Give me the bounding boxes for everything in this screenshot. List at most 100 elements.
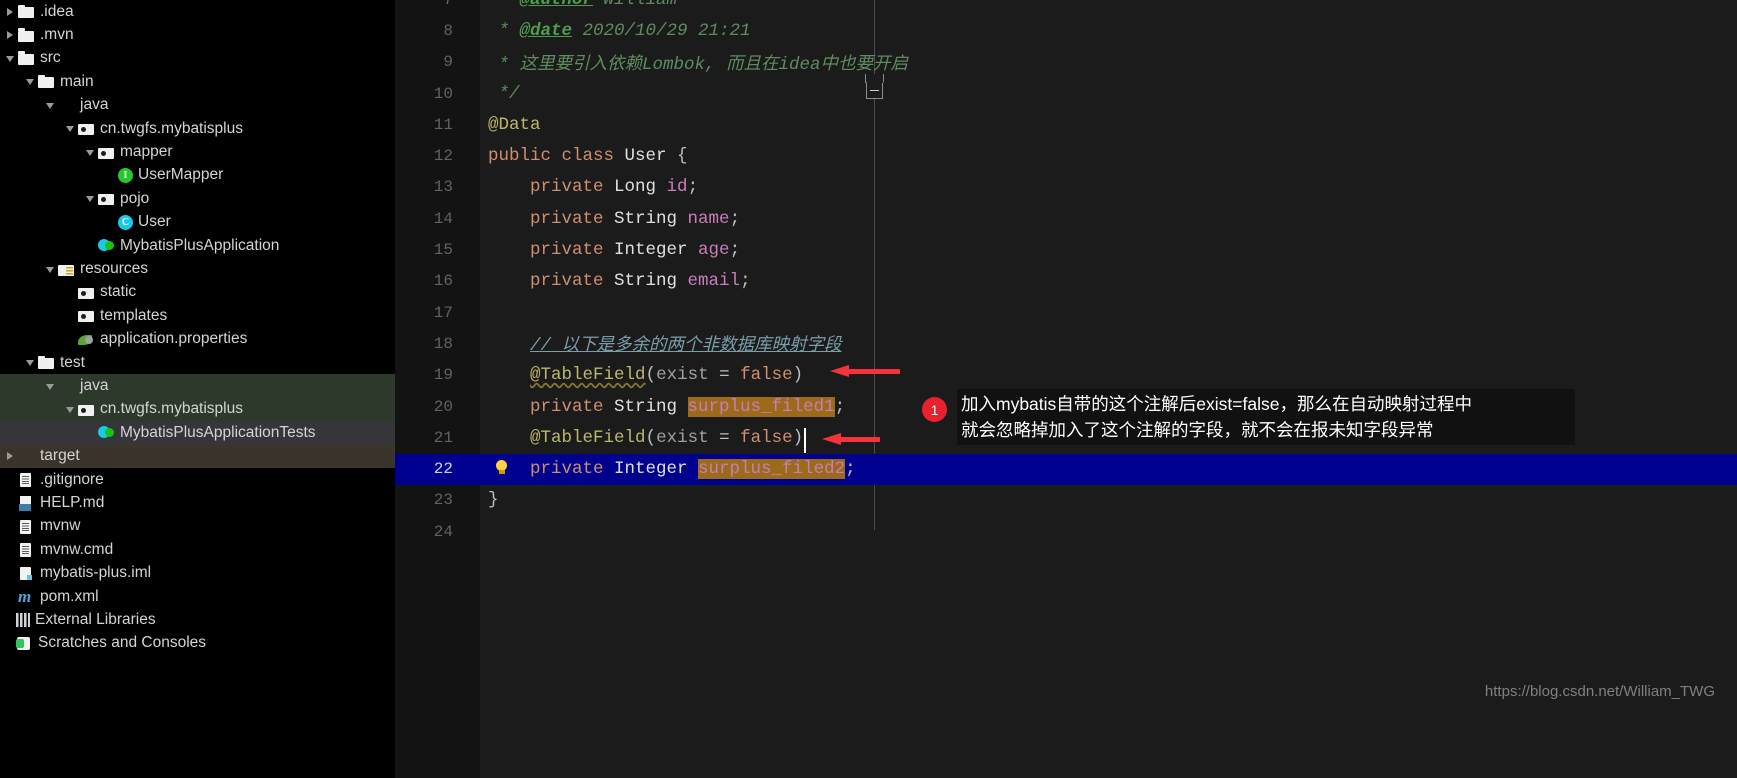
tree-item-label: MybatisPlusApplication	[120, 236, 280, 254]
code-token: public class	[488, 146, 625, 167]
code-line-19[interactable]: 19 @TableField(exist = false)	[395, 360, 1737, 391]
gutter-icon-slot	[453, 109, 480, 140]
code-text: private Integer age;	[480, 240, 740, 260]
code-token: private	[530, 459, 615, 480]
tree-item-src[interactable]: src	[0, 47, 395, 70]
tree-item-scratches-and-consoles[interactable]: Scratches and Consoles	[0, 632, 395, 655]
tree-item-label: mvnw	[40, 517, 81, 535]
chevron-down-icon[interactable]	[24, 356, 37, 369]
folder-icon	[78, 285, 95, 300]
code-line-15[interactable]: 15 private Integer age;	[395, 234, 1737, 265]
tree-arrow-placeholder	[84, 426, 97, 439]
tree-indent-spacer	[0, 222, 104, 223]
chevron-down-icon[interactable]	[84, 192, 97, 205]
tree-item-application-properties[interactable]: application.properties	[0, 328, 395, 351]
code-token: =	[708, 365, 741, 386]
code-token: */	[488, 83, 520, 104]
tree-item-java[interactable]: java	[0, 94, 395, 117]
tree-item-pom-xml[interactable]: m pom.xml	[0, 585, 395, 608]
gutter-icon-slot	[453, 485, 480, 516]
code-token: @TableField	[530, 427, 646, 448]
tree-item-gitignore[interactable]: .gitignore	[0, 468, 395, 491]
tree-item-label: resources	[80, 260, 149, 278]
package-icon	[78, 402, 95, 417]
gutter-icon-slot	[453, 47, 480, 78]
chevron-down-icon[interactable]	[24, 75, 37, 88]
code-token: Integer	[614, 240, 699, 261]
tree-item-usermapper[interactable]: I UserMapper	[0, 164, 395, 187]
chevron-down-icon[interactable]	[64, 403, 77, 416]
tree-item-pojo[interactable]: pojo	[0, 187, 395, 210]
tree-arrow-placeholder	[64, 286, 77, 299]
project-tree-panel[interactable]: .idea .mvn src main java cn.twgfs.mybatisplus…	[0, 0, 395, 778]
code-line-16[interactable]: 16 private String email;	[395, 266, 1737, 297]
tree-item-mybatis-plus-iml[interactable]: mybatis-plus.iml	[0, 562, 395, 585]
tree-item-test[interactable]: test	[0, 351, 395, 374]
code-token: surplus_filed2	[698, 459, 846, 480]
code-line-22[interactable]: 22 private Integer surplus_filed2;	[395, 453, 1737, 485]
annotation-callout: 1 加入mybatis自带的这个注解后exist=false，那么在自动映射过程…	[922, 389, 1575, 445]
tree-item-main[interactable]: main	[0, 70, 395, 93]
tree-item-external-libraries[interactable]: External Libraries	[0, 608, 395, 631]
gutter-icon-slot	[453, 0, 480, 15]
code-text: private Long id;	[480, 177, 698, 197]
line-number: 14	[433, 209, 453, 228]
tree-arrow-placeholder	[64, 333, 77, 346]
line-number: 20	[433, 397, 453, 416]
tree-item-mvn[interactable]: .mvn	[0, 23, 395, 46]
code-line-24[interactable]: 24	[395, 516, 1737, 547]
code-line-10[interactable]: 10 */	[395, 78, 1737, 109]
code-line-23[interactable]: 23}	[395, 485, 1737, 516]
code-token: ;	[729, 240, 741, 261]
code-token: User	[624, 146, 678, 167]
chevron-right-icon[interactable]	[4, 5, 17, 18]
tree-item-help-md[interactable]: HELP.md	[0, 491, 395, 514]
tree-item-resources[interactable]: resources	[0, 257, 395, 280]
tree-item-mvnw-cmd[interactable]: mvnw.cmd	[0, 538, 395, 561]
chevron-down-icon[interactable]	[44, 99, 57, 112]
code-line-18[interactable]: 18 // 以下是多余的两个非数据库映射字段	[395, 328, 1737, 359]
code-line-14[interactable]: 14 private String name;	[395, 203, 1737, 234]
code-line-7[interactable]: 7 * @author william	[395, 0, 1737, 15]
code-token: private	[530, 240, 615, 261]
chevron-down-icon[interactable]	[64, 122, 77, 135]
code-token: false	[740, 427, 793, 448]
tree-item-java[interactable]: java	[0, 374, 395, 398]
code-token: 2020/10/29 21:21	[572, 20, 751, 41]
tree-item-mybatisplusapplicationtests[interactable]: MybatisPlusApplicationTests	[0, 421, 395, 445]
iml-file-icon	[18, 566, 35, 581]
code-line-9[interactable]: 9 * 这里要引入依赖Lombok, 而且在idea中也要开启	[395, 47, 1737, 78]
tree-item-label: .idea	[40, 2, 74, 20]
chevron-down-icon[interactable]	[44, 263, 57, 276]
code-text: public class User {	[480, 146, 688, 166]
chevron-right-icon[interactable]	[4, 29, 17, 42]
intention-bulb-icon[interactable]	[495, 459, 508, 477]
test-source-folder-icon	[58, 379, 75, 394]
code-token: // 以下是多余的两个非数据库映射字段	[530, 336, 842, 357]
code-line-12[interactable]: 12 public class User {	[395, 141, 1737, 172]
tree-item-idea[interactable]: .idea	[0, 0, 395, 23]
code-line-8[interactable]: 8 * @date 2020/10/29 21:21	[395, 15, 1737, 46]
chevron-down-icon[interactable]	[44, 380, 57, 393]
code-line-13[interactable]: 13 private Long id;	[395, 172, 1737, 203]
chevron-down-icon[interactable]	[4, 52, 17, 65]
line-number: 19	[433, 366, 453, 385]
tree-item-templates[interactable]: templates	[0, 304, 395, 327]
chevron-right-icon[interactable]	[4, 450, 17, 463]
code-line-11[interactable]: 11 @Data	[395, 109, 1737, 140]
tree-item-target[interactable]: target	[0, 444, 395, 468]
tree-item-static[interactable]: static	[0, 281, 395, 304]
tree-item-cn-twgfs-mybatisplus[interactable]: cn.twgfs.mybatisplus	[0, 117, 395, 140]
tree-item-mapper[interactable]: mapper	[0, 140, 395, 163]
line-number: 18	[433, 334, 453, 353]
tree-item-mybatisplusapplication[interactable]: MybatisPlusApplication	[0, 234, 395, 257]
code-line-17[interactable]: 17	[395, 297, 1737, 328]
code-token: (	[645, 427, 657, 448]
tree-item-user[interactable]: C User	[0, 211, 395, 234]
code-token: private	[530, 177, 615, 198]
chevron-down-icon[interactable]	[84, 146, 97, 159]
tree-item-mvnw[interactable]: mvnw	[0, 515, 395, 538]
folder-icon	[38, 355, 55, 370]
code-token: surplus_filed1	[687, 396, 835, 417]
tree-item-cn-twgfs-mybatisplus[interactable]: cn.twgfs.mybatisplus	[0, 397, 395, 422]
